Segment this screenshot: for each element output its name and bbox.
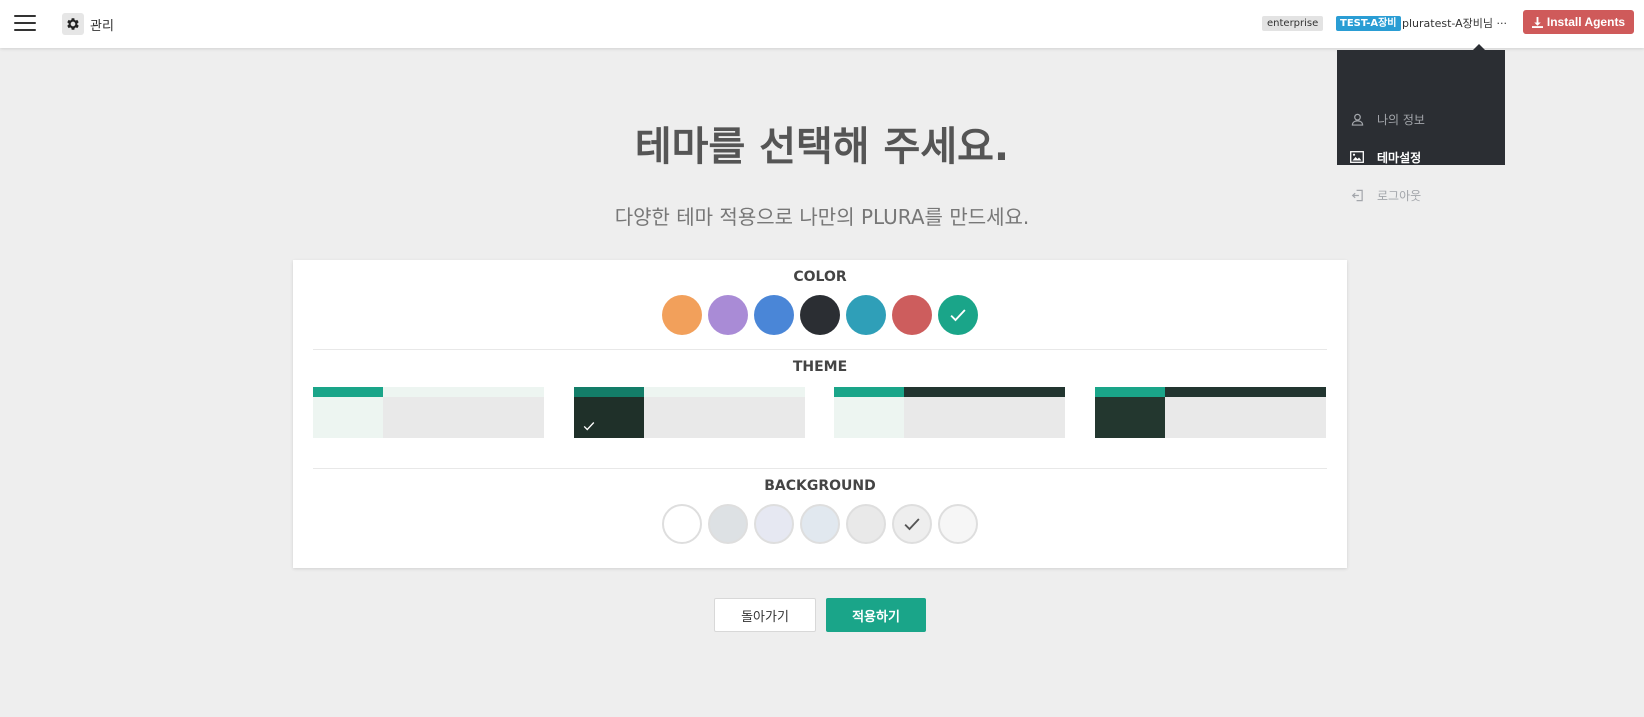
gear-icon [62, 13, 84, 35]
admin-button[interactable]: 관리 [62, 13, 114, 35]
theme-settings-panel: COLOR THEME BACKGROUND [293, 260, 1347, 568]
color-swatch-4[interactable] [846, 295, 886, 335]
user-dropdown-menu: 나의 정보 테마설정 로그아웃 [1337, 44, 1505, 203]
background-swatch-6[interactable] [938, 504, 978, 544]
checkmark-icon [950, 309, 966, 322]
background-swatch-0[interactable] [662, 504, 702, 544]
apply-button[interactable]: 적용하기 [826, 598, 926, 632]
background-swatch-3[interactable] [800, 504, 840, 544]
checkmark-icon [583, 422, 595, 431]
menu-item-my-info[interactable]: 나의 정보 [1337, 104, 1505, 134]
color-swatch-6[interactable] [938, 295, 978, 335]
hamburger-menu-icon[interactable] [14, 15, 36, 33]
back-button[interactable]: 돌아가기 [714, 598, 816, 632]
logout-icon [1349, 189, 1365, 202]
color-swatch-3[interactable] [800, 295, 840, 335]
background-swatch-2[interactable] [754, 504, 794, 544]
install-agents-button[interactable]: Install Agents [1523, 10, 1634, 34]
menu-item-label: 로그아웃 [1377, 188, 1422, 203]
background-swatch-row [293, 504, 1347, 544]
top-bar: 관리 enterprise TEST-A장비 pluratest-A장비님 ··… [0, 0, 1644, 48]
edition-badge: enterprise [1262, 16, 1324, 31]
menu-item-logout[interactable]: 로그아웃 [1337, 180, 1505, 210]
background-swatch-5[interactable] [892, 504, 932, 544]
menu-item-theme-settings[interactable]: 테마설정 [1337, 142, 1505, 172]
color-swatch-1[interactable] [708, 295, 748, 335]
divider [313, 468, 1327, 469]
color-swatch-0[interactable] [662, 295, 702, 335]
color-swatch-row [293, 295, 1347, 335]
install-agents-label: Install Agents [1546, 15, 1626, 29]
divider [313, 349, 1327, 350]
background-section-title: BACKGROUND [764, 478, 876, 494]
org-badge: TEST-A장비 [1336, 16, 1401, 31]
menu-item-label: 테마설정 [1377, 150, 1422, 165]
theme-option-3[interactable] [1095, 387, 1326, 438]
admin-label: 관리 [90, 18, 114, 34]
menu-item-label: 나의 정보 [1377, 112, 1425, 127]
user-icon [1349, 113, 1365, 126]
theme-option-0[interactable] [313, 387, 544, 438]
theme-option-2[interactable] [834, 387, 1065, 438]
color-swatch-2[interactable] [754, 295, 794, 335]
color-section-title: COLOR [793, 269, 847, 285]
background-swatch-1[interactable] [708, 504, 748, 544]
checkmark-icon [904, 518, 920, 531]
color-swatch-5[interactable] [892, 295, 932, 335]
image-icon [1349, 151, 1365, 163]
theme-section-title: THEME [792, 359, 848, 375]
background-swatch-4[interactable] [846, 504, 886, 544]
theme-option-1[interactable] [574, 387, 805, 438]
download-icon [1531, 16, 1543, 28]
user-menu-toggle[interactable]: pluratest-A장비님 ··· [1402, 15, 1507, 31]
